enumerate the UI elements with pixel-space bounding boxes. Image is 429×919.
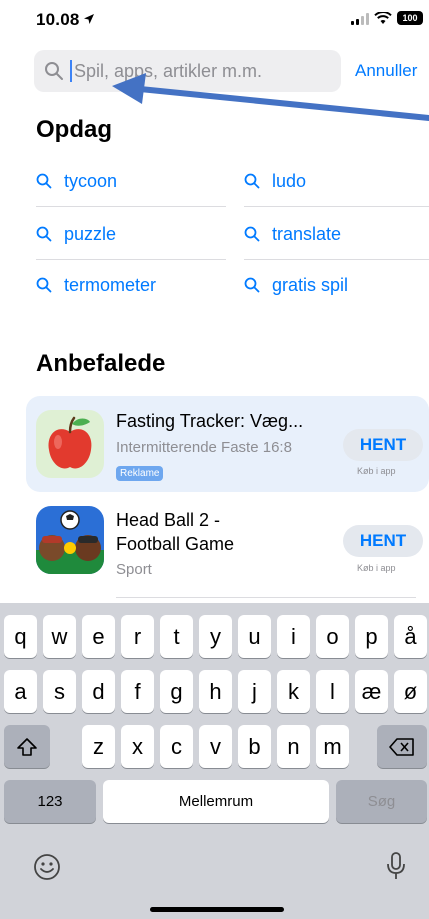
key-n[interactable]: n: [277, 725, 310, 768]
app-name-line1: Head Ball 2 -: [116, 510, 221, 530]
app-name: Fasting Tracker: Væg...: [116, 411, 304, 431]
search-row: Spil, apps, artikler m.m. Annuller: [0, 48, 429, 94]
discover-item[interactable]: puzzle: [36, 208, 226, 260]
text-cursor: [70, 60, 72, 82]
keyboard: q w e r t y u i o p å a s d f g h j k l …: [0, 603, 429, 919]
emoji-icon[interactable]: [33, 853, 61, 881]
divider: [116, 597, 416, 598]
key-q[interactable]: q: [4, 615, 37, 658]
discover-item-label: gratis spil: [272, 274, 349, 295]
key-x[interactable]: x: [121, 725, 154, 768]
space-key[interactable]: Mellemrum: [103, 780, 329, 823]
key-y[interactable]: y: [199, 615, 232, 658]
search-icon: [244, 226, 260, 242]
discover-item-label: translate: [272, 223, 342, 244]
fasting-tracker-app-icon: [36, 410, 104, 478]
key-oe[interactable]: ø: [394, 670, 427, 713]
key-f[interactable]: f: [121, 670, 154, 713]
key-r[interactable]: r: [121, 615, 154, 658]
battery-icon: 100: [397, 11, 423, 25]
get-button[interactable]: HENT: [343, 525, 423, 557]
discover-item-label: puzzle: [64, 223, 117, 244]
key-v[interactable]: v: [199, 725, 232, 768]
app-row-fasting-tracker[interactable]: Fasting Tracker: Væg... Intermitterende …: [26, 396, 429, 492]
get-button[interactable]: HENT: [343, 429, 423, 461]
discover-item-label: termometer: [64, 274, 157, 295]
search-key[interactable]: Søg: [336, 780, 427, 823]
app-row-head-ball-2[interactable]: Head Ball 2 - Football Game Sport HENT K…: [26, 501, 429, 597]
numbers-key[interactable]: 123: [4, 780, 96, 823]
key-h[interactable]: h: [199, 670, 232, 713]
status-bar: 10.08 100: [0, 0, 429, 40]
key-b[interactable]: b: [238, 725, 271, 768]
key-k[interactable]: k: [277, 670, 310, 713]
key-m[interactable]: m: [316, 725, 349, 768]
discover-item[interactable]: termometer: [36, 259, 216, 311]
key-ae[interactable]: æ: [355, 670, 388, 713]
discover-item[interactable]: ludo: [244, 155, 429, 207]
app-subtitle: Sport: [116, 561, 152, 578]
search-input[interactable]: Spil, apps, artikler m.m.: [34, 50, 341, 92]
shift-icon: [17, 737, 37, 756]
app-subtitle: Intermitterende Faste 16:8: [116, 439, 292, 456]
search-placeholder: Spil, apps, artikler m.m.: [74, 61, 263, 81]
backspace-icon: [389, 737, 414, 756]
key-e[interactable]: e: [82, 615, 115, 658]
battery-level: 100: [402, 13, 418, 23]
key-c[interactable]: c: [160, 725, 193, 768]
discover-item[interactable]: translate: [244, 208, 429, 260]
search-icon: [36, 173, 52, 189]
key-p[interactable]: p: [355, 615, 388, 658]
wifi-icon: [374, 11, 392, 24]
search-icon: [36, 277, 52, 293]
in-app-purchase-label: Køb i app: [357, 466, 396, 476]
discover-item-label: ludo: [272, 170, 307, 191]
key-aa[interactable]: å: [394, 615, 427, 658]
cellular-signal-icon: [351, 12, 369, 25]
head-ball-app-icon: [36, 506, 104, 574]
divider: [36, 206, 226, 207]
backspace-key[interactable]: [377, 725, 427, 768]
search-icon: [36, 226, 52, 242]
key-u[interactable]: u: [238, 615, 271, 658]
location-arrow-icon: [84, 14, 94, 24]
key-w[interactable]: w: [43, 615, 76, 658]
discover-heading: Opdag: [36, 116, 112, 143]
in-app-purchase-label: Køb i app: [357, 563, 396, 573]
discover-item-label: tycoon: [64, 170, 118, 191]
search-icon: [45, 62, 63, 80]
key-l[interactable]: l: [316, 670, 349, 713]
key-j[interactable]: j: [238, 670, 271, 713]
key-z[interactable]: z: [82, 725, 115, 768]
search-icon: [244, 277, 260, 293]
home-indicator: [150, 907, 284, 912]
app-name-line2: Football Game: [116, 534, 235, 554]
divider: [244, 206, 429, 207]
microphone-icon[interactable]: [385, 851, 407, 881]
key-t[interactable]: t: [160, 615, 193, 658]
key-a[interactable]: a: [4, 670, 37, 713]
key-g[interactable]: g: [160, 670, 193, 713]
ad-badge: Reklame: [116, 466, 164, 481]
status-time: 10.08: [36, 10, 80, 29]
key-s[interactable]: s: [43, 670, 76, 713]
discover-item[interactable]: tycoon: [36, 155, 226, 207]
recommended-heading: Anbefalede: [36, 350, 166, 377]
cancel-button[interactable]: Annuller: [355, 61, 417, 81]
key-d[interactable]: d: [82, 670, 115, 713]
search-icon: [244, 173, 260, 189]
key-i[interactable]: i: [277, 615, 310, 658]
discover-item[interactable]: gratis spil: [244, 259, 424, 311]
shift-key[interactable]: [4, 725, 50, 768]
key-o[interactable]: o: [316, 615, 349, 658]
